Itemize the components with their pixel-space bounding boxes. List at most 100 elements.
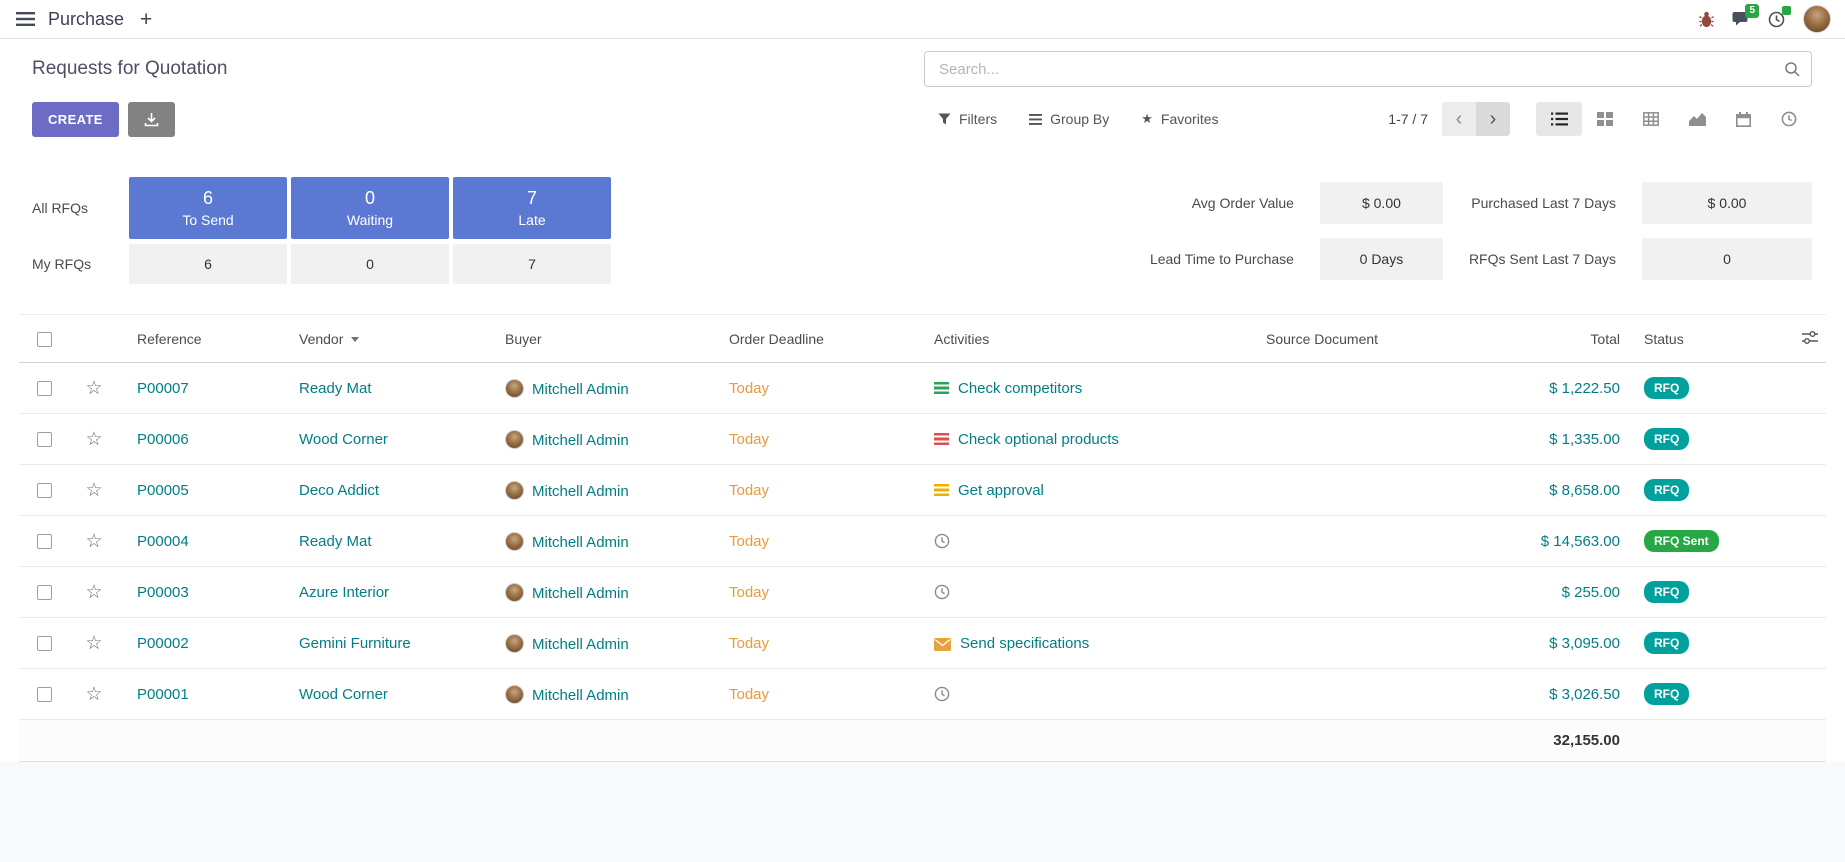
schedule-activity-clock-icon[interactable] [934,533,950,549]
search-icon[interactable] [1784,61,1801,78]
kanban-view-icon[interactable] [1582,102,1628,136]
vendor-link[interactable]: Gemini Furniture [299,635,411,652]
buyer-link[interactable]: Mitchell Admin [532,687,629,704]
column-header-vendor[interactable]: Vendor [299,315,505,363]
email-activity-envelope-icon[interactable] [934,638,951,651]
table-row[interactable]: ☆ P00002 Gemini Furniture Mitchell Admin… [19,618,1826,669]
graph-view-icon[interactable] [1674,102,1720,136]
table-row[interactable]: ☆ P00005 Deco Addict Mitchell Admin Toda… [19,465,1826,516]
kpi-tile-waiting[interactable]: 0 Waiting [291,177,449,239]
column-header-buyer[interactable]: Buyer [505,315,729,363]
buyer-link[interactable]: Mitchell Admin [532,585,629,602]
vendor-link[interactable]: Ready Mat [299,380,372,397]
list-view-icon[interactable] [1536,102,1582,136]
reference-link[interactable]: P00001 [137,686,189,703]
favorite-star-icon[interactable]: ☆ [85,684,102,705]
column-header-order-deadline[interactable]: Order Deadline [729,315,934,363]
group-by-button[interactable]: Group By [1029,111,1109,127]
vendor-link[interactable]: Deco Addict [299,482,379,499]
search-input[interactable] [937,60,1784,79]
reference-link[interactable]: P00004 [137,533,189,550]
reference-link[interactable]: P00002 [137,635,189,652]
buyer-link[interactable]: Mitchell Admin [532,432,629,449]
row-checkbox[interactable] [37,534,52,549]
download-icon [144,112,159,127]
group-by-label: Group By [1050,111,1109,127]
buyer-link[interactable]: Mitchell Admin [532,483,629,500]
rfqs-sent-last-7-days[interactable]: 0 [1642,238,1812,280]
export-download-button[interactable] [128,102,175,137]
select-all-checkbox[interactable] [37,332,52,347]
favorite-star-icon[interactable]: ☆ [85,480,102,501]
schedule-activity-clock-icon[interactable] [934,686,950,702]
create-button[interactable]: CREATE [32,102,119,137]
lead-time-value[interactable]: 0 Days [1320,238,1443,280]
activity-tasks-icon[interactable] [934,382,949,394]
user-avatar[interactable] [1803,5,1831,33]
kpi-tile-to-send[interactable]: 6 To Send [129,177,287,239]
activity-label[interactable]: Get approval [958,482,1044,499]
table-row[interactable]: ☆ P00001 Wood Corner Mitchell Admin Toda… [19,669,1826,720]
favorite-star-icon[interactable]: ☆ [85,378,102,399]
vendor-link[interactable]: Wood Corner [299,431,388,448]
activity-view-icon[interactable] [1766,102,1812,136]
table-row[interactable]: ☆ P00003 Azure Interior Mitchell Admin T… [19,567,1826,618]
favorites-button[interactable]: ★ Favorites [1141,111,1218,127]
quick-create-plus-icon[interactable]: + [136,9,156,30]
my-late-count[interactable]: 7 [453,244,611,284]
buyer-link[interactable]: Mitchell Admin [532,381,629,398]
apps-menu-icon[interactable] [16,12,35,26]
optional-columns-icon[interactable] [1789,315,1826,363]
search-bar[interactable] [924,51,1812,87]
row-checkbox[interactable] [37,636,52,651]
reference-link[interactable]: P00006 [137,431,189,448]
table-row[interactable]: ☆ P00007 Ready Mat Mitchell Admin Today … [19,363,1826,414]
order-deadline-value: Today [729,380,769,397]
column-header-total[interactable]: Total [1488,315,1644,363]
reference-link[interactable]: P00005 [137,482,189,499]
table-row[interactable]: ☆ P00006 Wood Corner Mitchell Admin Toda… [19,414,1826,465]
vendor-link[interactable]: Wood Corner [299,686,388,703]
filters-button[interactable]: Filters [938,111,997,127]
column-header-reference[interactable]: Reference [119,315,299,363]
calendar-view-icon[interactable] [1720,102,1766,136]
activity-label[interactable]: Check competitors [958,380,1082,397]
row-checkbox[interactable] [37,432,52,447]
activity-tasks-icon[interactable] [934,433,949,445]
row-checkbox[interactable] [37,381,52,396]
table-row[interactable]: ☆ P00004 Ready Mat Mitchell Admin Today … [19,516,1826,567]
app-name[interactable]: Purchase [48,9,124,30]
schedule-activity-clock-icon[interactable] [934,584,950,600]
row-checkbox[interactable] [37,585,52,600]
activity-label[interactable]: Send specifications [960,635,1089,652]
reference-link[interactable]: P00007 [137,380,189,397]
debug-bug-icon[interactable] [1699,11,1714,28]
favorite-star-icon[interactable]: ☆ [85,633,102,654]
control-panel: Requests for Quotation CREATE [0,39,1845,149]
activities-clock-icon[interactable] [1768,11,1785,28]
pager-previous-button[interactable]: ‹ [1442,102,1476,136]
my-to-send-count[interactable]: 6 [129,244,287,284]
buyer-link[interactable]: Mitchell Admin [532,636,629,653]
vendor-link[interactable]: Azure Interior [299,584,389,601]
pivot-view-icon[interactable] [1628,102,1674,136]
activity-tasks-icon[interactable] [934,484,949,496]
pager-next-button[interactable]: › [1476,102,1510,136]
kpi-tile-late[interactable]: 7 Late [453,177,611,239]
reference-link[interactable]: P00003 [137,584,189,601]
purchased-last-7-days[interactable]: $ 0.00 [1642,182,1812,224]
activity-label[interactable]: Check optional products [958,431,1119,448]
column-header-status[interactable]: Status [1644,315,1789,363]
row-checkbox[interactable] [37,687,52,702]
buyer-link[interactable]: Mitchell Admin [532,534,629,551]
row-checkbox[interactable] [37,483,52,498]
messages-icon[interactable]: 5 [1732,11,1750,27]
avg-order-value[interactable]: $ 0.00 [1320,182,1443,224]
favorite-star-icon[interactable]: ☆ [85,582,102,603]
column-header-source-document[interactable]: Source Document [1266,315,1488,363]
favorite-star-icon[interactable]: ☆ [85,429,102,450]
my-waiting-count[interactable]: 0 [291,244,449,284]
column-header-activities[interactable]: Activities [934,315,1266,363]
vendor-link[interactable]: Ready Mat [299,533,372,550]
favorite-star-icon[interactable]: ☆ [85,531,102,552]
